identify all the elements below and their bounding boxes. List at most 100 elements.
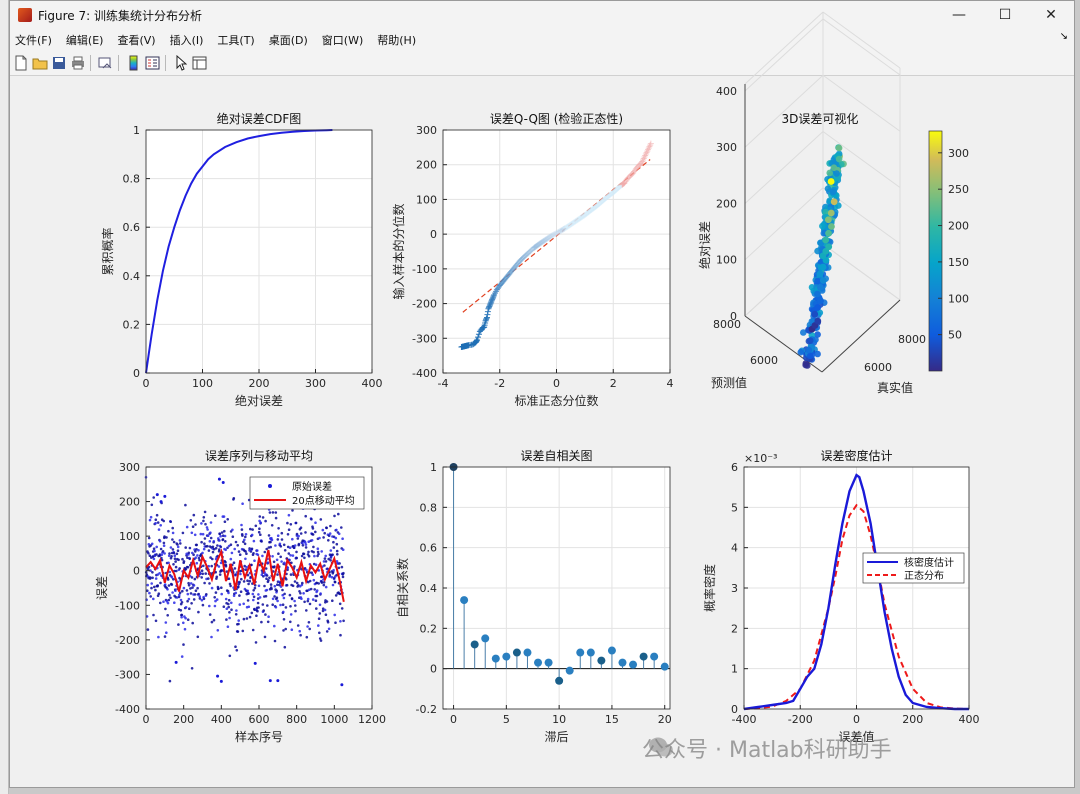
raw-error-point: [227, 598, 231, 602]
raw-error-point: [182, 586, 186, 590]
raw-error-point: [297, 534, 300, 538]
raw-error-point: [157, 635, 160, 639]
y-tick-label: 0.2: [123, 318, 141, 331]
raw-error-point: [308, 579, 312, 583]
raw-error-point: [153, 585, 156, 589]
scatter3d-point: [835, 155, 843, 163]
raw-error-point: [333, 580, 337, 584]
raw-error-point: [320, 550, 324, 553]
raw-error-point: [283, 592, 286, 596]
y-tick-label: 0.4: [123, 270, 141, 283]
scatter3d-point: [825, 229, 832, 237]
raw-error-point: [149, 576, 152, 579]
raw-error-point: [322, 583, 326, 587]
raw-error-point: [223, 529, 226, 533]
raw-error-point: [231, 528, 234, 532]
raw-error-point: [270, 587, 273, 591]
raw-error-point: [181, 557, 184, 561]
grid-line: [822, 243, 901, 301]
raw-error-point: [147, 552, 150, 555]
raw-error-point: [239, 572, 242, 576]
raw-error-point: [187, 584, 191, 587]
y-tick-label: -400: [115, 703, 140, 716]
raw-error-point: [152, 597, 155, 601]
scatter3d-point: [819, 222, 826, 230]
raw-error-point: [163, 552, 166, 555]
raw-error-point: [315, 594, 319, 598]
x-tick-label: 5: [503, 713, 510, 726]
raw-error-point: [193, 593, 197, 596]
raw-error-point: [244, 550, 247, 553]
stem-marker: [629, 660, 638, 669]
raw-error-point: [261, 516, 265, 519]
y-tick-label: 0: [133, 367, 140, 380]
raw-error-point: [238, 594, 241, 597]
raw-error-point: [179, 542, 182, 545]
raw-error-point: [171, 591, 174, 594]
raw-error-point: [325, 526, 328, 530]
scatter3d-point: [806, 337, 814, 344]
raw-error-point: [250, 533, 254, 537]
raw-error-point: [164, 607, 167, 611]
raw-error-point: [237, 550, 241, 553]
raw-error-point: [224, 540, 227, 543]
raw-error-point: [159, 601, 162, 605]
raw-error-point: [266, 561, 270, 564]
raw-error-point: [314, 521, 317, 524]
raw-error-point: [238, 580, 241, 584]
y-axis-label: 自相关系数: [395, 558, 410, 618]
raw-error-point: [329, 559, 332, 562]
raw-error-point: [188, 607, 191, 610]
raw-error-point: [315, 589, 319, 592]
raw-error-point: [200, 540, 203, 544]
z-tick-label: 200: [716, 197, 737, 210]
raw-error-point: [306, 597, 310, 601]
raw-error-point: [190, 576, 194, 579]
raw-error-point: [236, 544, 239, 547]
raw-error-point: [166, 601, 170, 605]
raw-error-point: [255, 614, 258, 617]
raw-error-point: [196, 554, 199, 557]
raw-error-point: [226, 518, 229, 521]
raw-error-point: [146, 583, 149, 587]
y-tick-label: 0: [430, 663, 437, 676]
raw-error-point: [280, 560, 283, 563]
y-tick-label: 2: [731, 622, 738, 635]
raw-error-point: [162, 519, 165, 523]
raw-error-point: [325, 630, 329, 633]
y-tick-label: -300: [115, 668, 140, 681]
raw-error-point: [162, 541, 166, 545]
x-tick-label: 600: [249, 713, 270, 726]
raw-error-point: [214, 514, 217, 517]
raw-error-point: [154, 518, 158, 521]
raw-error-point: [280, 531, 284, 535]
raw-error-point: [208, 613, 212, 616]
raw-error-point: [342, 619, 345, 623]
raw-error-point: [228, 654, 232, 658]
raw-error-point: [277, 552, 280, 555]
raw-error-point: [281, 588, 284, 592]
raw-error-point: [267, 579, 270, 582]
raw-error-point: [251, 592, 255, 596]
grid-line: [744, 18, 824, 92]
raw-error-point: [282, 543, 286, 547]
raw-error-point: [285, 583, 289, 587]
raw-error-point: [218, 548, 221, 551]
raw-error-point: [203, 581, 206, 585]
scatter3d-point: [835, 144, 843, 152]
stem-marker: [565, 666, 574, 675]
raw-error-point: [324, 613, 328, 616]
raw-error-point: [267, 534, 271, 537]
raw-error-point: [338, 602, 342, 606]
raw-error-point: [234, 645, 237, 648]
y-tick-label: 6000: [750, 354, 778, 367]
raw-error-point: [331, 583, 335, 587]
raw-error-point: [174, 660, 178, 664]
x-tick-label: 1200: [358, 713, 386, 726]
raw-error-point: [169, 546, 173, 549]
raw-error-point: [228, 611, 231, 614]
raw-error-point: [317, 624, 320, 627]
raw-error-point: [293, 580, 297, 583]
stem-marker: [491, 654, 500, 663]
raw-error-point: [252, 595, 256, 599]
